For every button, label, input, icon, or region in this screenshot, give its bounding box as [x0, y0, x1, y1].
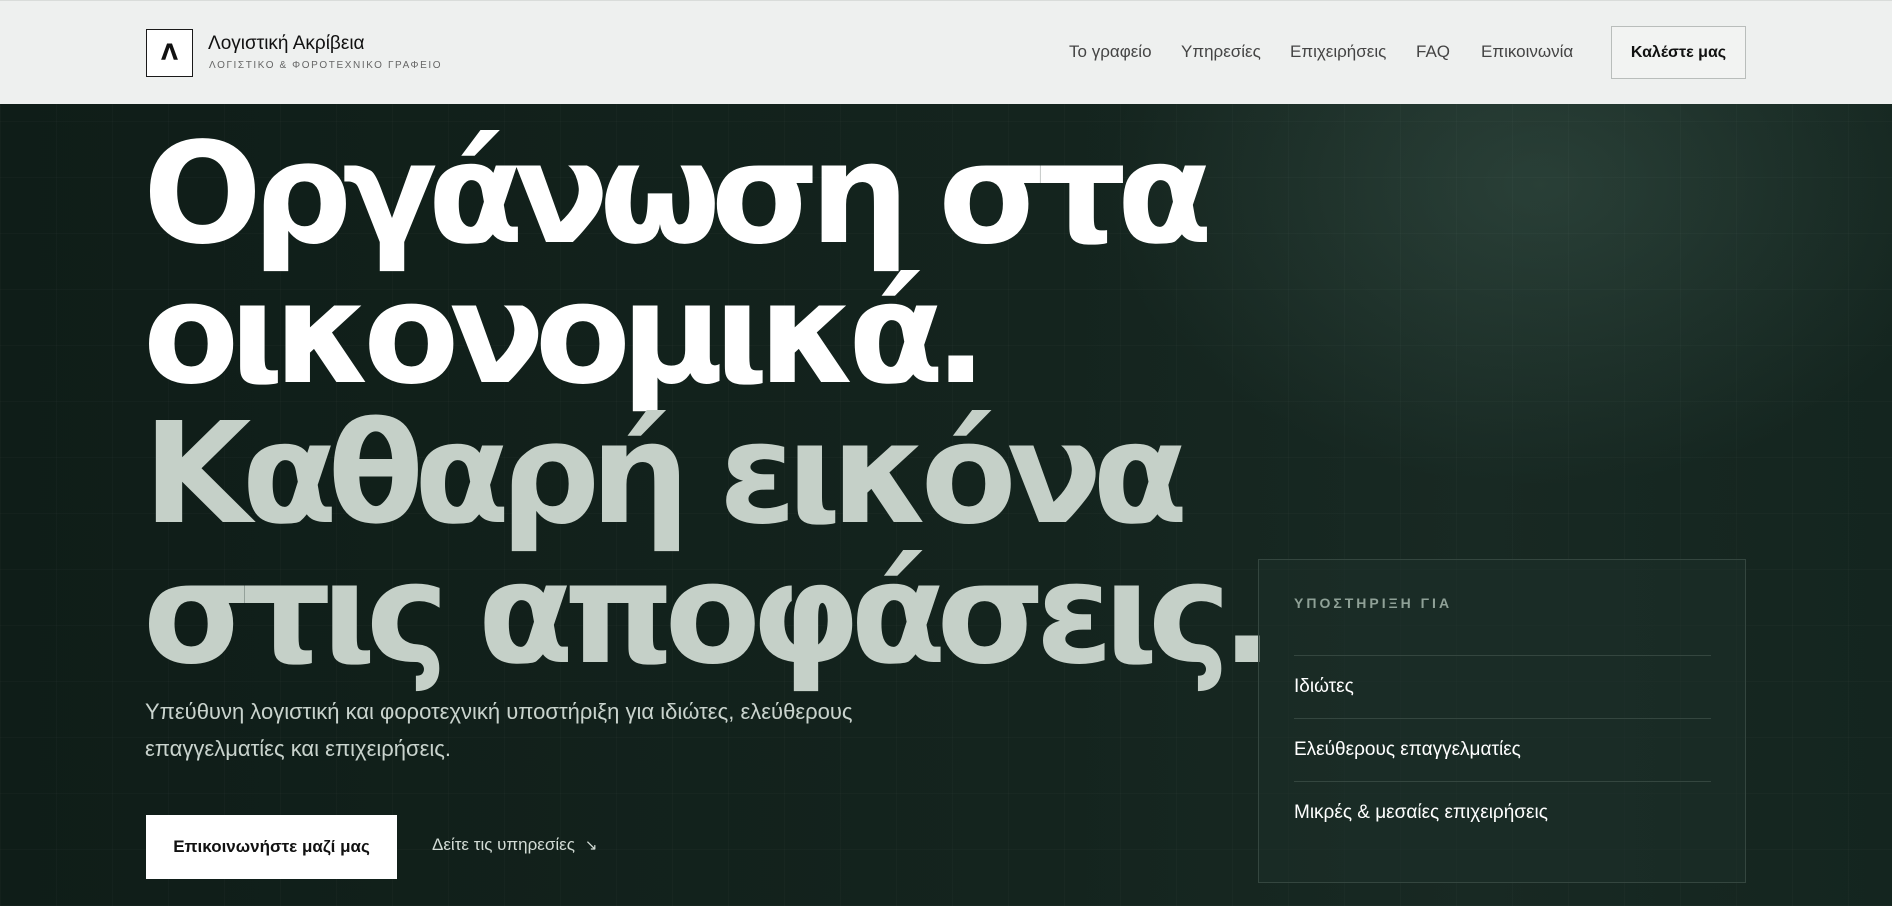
view-services-link[interactable]: Δείτε τις υπηρεσίες ↘	[432, 835, 597, 855]
support-item-smes: Μικρές & μεσαίες επιχειρήσεις	[1294, 781, 1711, 844]
headline-line-1: Οργάνωση στα	[143, 113, 1213, 276]
support-card-title: ΥΠΟΣΤΗΡΙΞΗ ΓΙΑ	[1294, 595, 1453, 611]
support-card: ΥΠΟΣΤΗΡΙΞΗ ΓΙΑ Ιδιώτες Ελεύθερους επαγγε…	[1258, 559, 1746, 883]
nav-link-office[interactable]: Το γραφείο	[1069, 42, 1152, 62]
brand-name[interactable]: Λογιστική Ακρίβεια	[208, 33, 365, 55]
brand-tagline: ΛΟΓΙΣΤΙΚΟ & ΦΟΡΟΤΕΧΝΙΚΟ ΓΡΑΦΕΙΟ	[209, 60, 443, 71]
support-item-freelancers: Ελεύθερους επαγγελματίες	[1294, 718, 1711, 781]
nav-link-services[interactable]: Υπηρεσίες	[1181, 42, 1261, 62]
nav-link-faq[interactable]: FAQ	[1416, 42, 1450, 62]
site-header: Λ Λογιστική Ακρίβεια ΛΟΓΙΣΤΙΚΟ & ΦΟΡΟΤΕΧ…	[0, 0, 1892, 104]
arrow-down-right-icon: ↘	[584, 836, 598, 854]
contact-us-button[interactable]: Επικοινωνήστε μαζί μας	[146, 815, 397, 879]
nav-link-businesses[interactable]: Επιχειρήσεις	[1290, 42, 1386, 62]
headline-line-3: Καθαρή εικόνα	[143, 393, 1188, 556]
logo[interactable]: Λ	[146, 29, 193, 77]
headline-line-2: οικονομικά.	[143, 253, 987, 416]
headline-line-4: στις αποφάσεις.	[143, 533, 1274, 696]
call-us-button[interactable]: Καλέστε μας	[1611, 26, 1746, 79]
support-item-individuals: Ιδιώτες	[1294, 655, 1711, 718]
view-services-label: Δείτε τις υπηρεσίες	[432, 835, 575, 854]
hero-headline: Οργάνωση στα οικονομικά. Καθαρή εικόνα σ…	[143, 113, 1274, 696]
logo-lambda-icon: Λ	[160, 40, 179, 66]
hero-section: Οργάνωση στα οικονομικά. Καθαρή εικόνα σ…	[0, 104, 1892, 906]
hero-subtitle: Υπεύθυνη λογιστική και φοροτεχνική υποστ…	[145, 699, 853, 761]
nav-link-contact[interactable]: Επικοινωνία	[1481, 42, 1573, 62]
